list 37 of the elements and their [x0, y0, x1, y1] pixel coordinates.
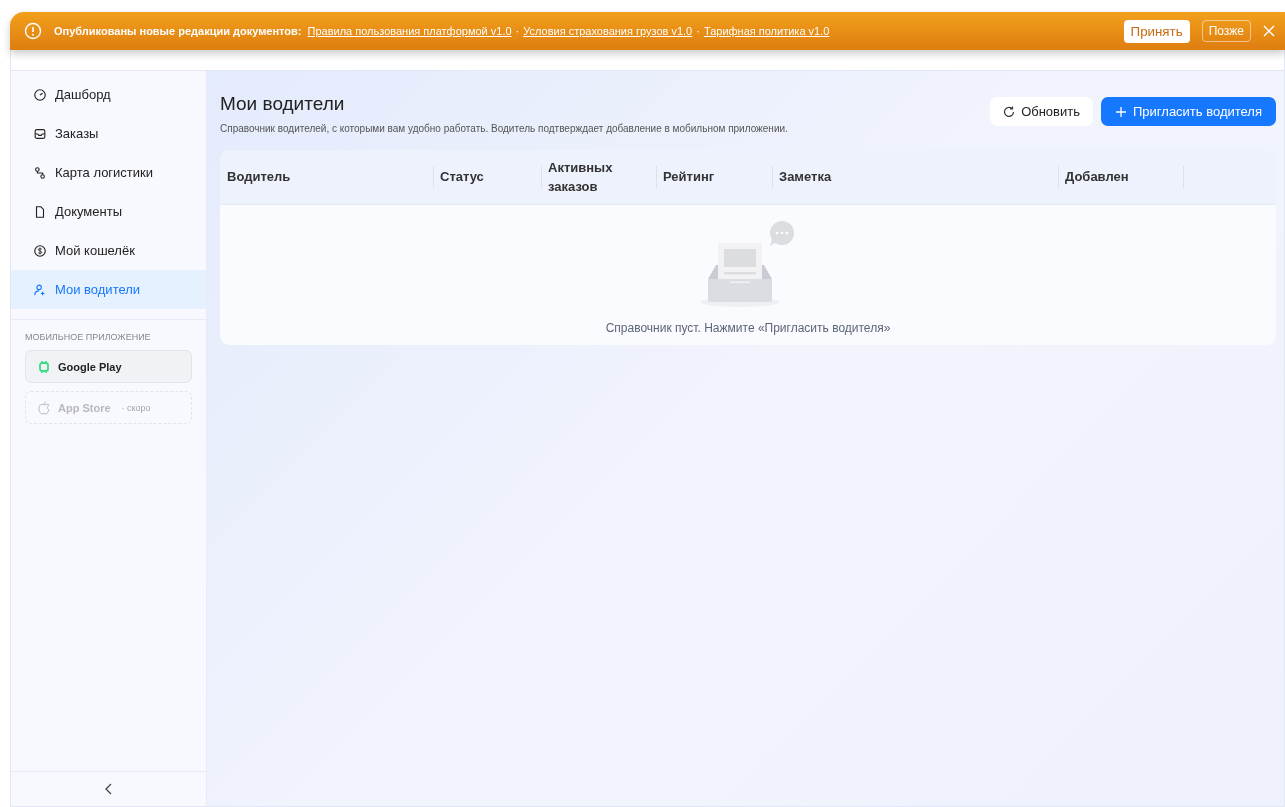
sidebar-item[interactable]: Документы	[11, 192, 206, 231]
sidebar-item[interactable]: Мои водители	[11, 270, 206, 309]
page-subtitle: Справочник водителей, с которыми вам удобно работать. Водитель подтверждает добавление в мобильном приложении.	[220, 123, 789, 134]
nav-icon	[33, 126, 47, 141]
sidebar-item[interactable]: Мой кошелёк	[11, 231, 206, 270]
accept-button[interactable]: Принять	[1123, 19, 1190, 43]
document-link[interactable]: Условия страхования грузов v1.0	[523, 25, 693, 37]
later-button[interactable]: Позже	[1201, 20, 1251, 42]
nav-icon	[33, 282, 47, 297]
warning-icon	[24, 22, 42, 40]
apple-icon	[38, 400, 50, 415]
plus-icon	[1115, 105, 1127, 118]
close-icon[interactable]	[1263, 25, 1275, 37]
column-header: Водитель	[227, 168, 291, 187]
nav-icon	[33, 165, 47, 180]
invite-button[interactable]: Пригласить водителя	[1101, 97, 1276, 126]
document-link[interactable]: Тарифная политика v1.0	[703, 25, 830, 37]
column-header: Заметка	[779, 168, 832, 187]
column-header: Добавлен	[1065, 168, 1129, 187]
column-header: Активных заказов	[548, 158, 614, 196]
refresh-button[interactable]: Обновить	[990, 97, 1093, 126]
document-link[interactable]: Правила пользования платформой v1.0	[307, 25, 512, 37]
empty-message: Справочник пуст. Нажмите «Пригласить водителя»	[605, 321, 891, 335]
column-header: Рейтинг	[663, 168, 715, 187]
sidebar-item[interactable]: Карта логистики	[11, 153, 206, 192]
banner-message: Опубликованы новые редакции документов: Правила пользования платформой v1.0 · Условия страхования грузов v1.0 · Тарифная политика v1.0	[54, 25, 831, 37]
sidebar-item[interactable]: Дашборд	[11, 75, 206, 114]
column-header: Статус	[440, 168, 484, 187]
store-button[interactable]: Google Play	[25, 350, 192, 383]
refresh-icon	[1003, 105, 1016, 118]
nav-icon	[33, 204, 47, 219]
nav-icon	[33, 87, 47, 102]
section-title: МОБИЛЬНОЕ ПРИЛОЖЕНИЕ	[25, 332, 152, 342]
page-title: Мои водители	[220, 93, 346, 115]
android-icon	[38, 359, 50, 374]
nav-icon	[33, 243, 47, 258]
sidebar-item[interactable]: Заказы	[11, 114, 206, 153]
